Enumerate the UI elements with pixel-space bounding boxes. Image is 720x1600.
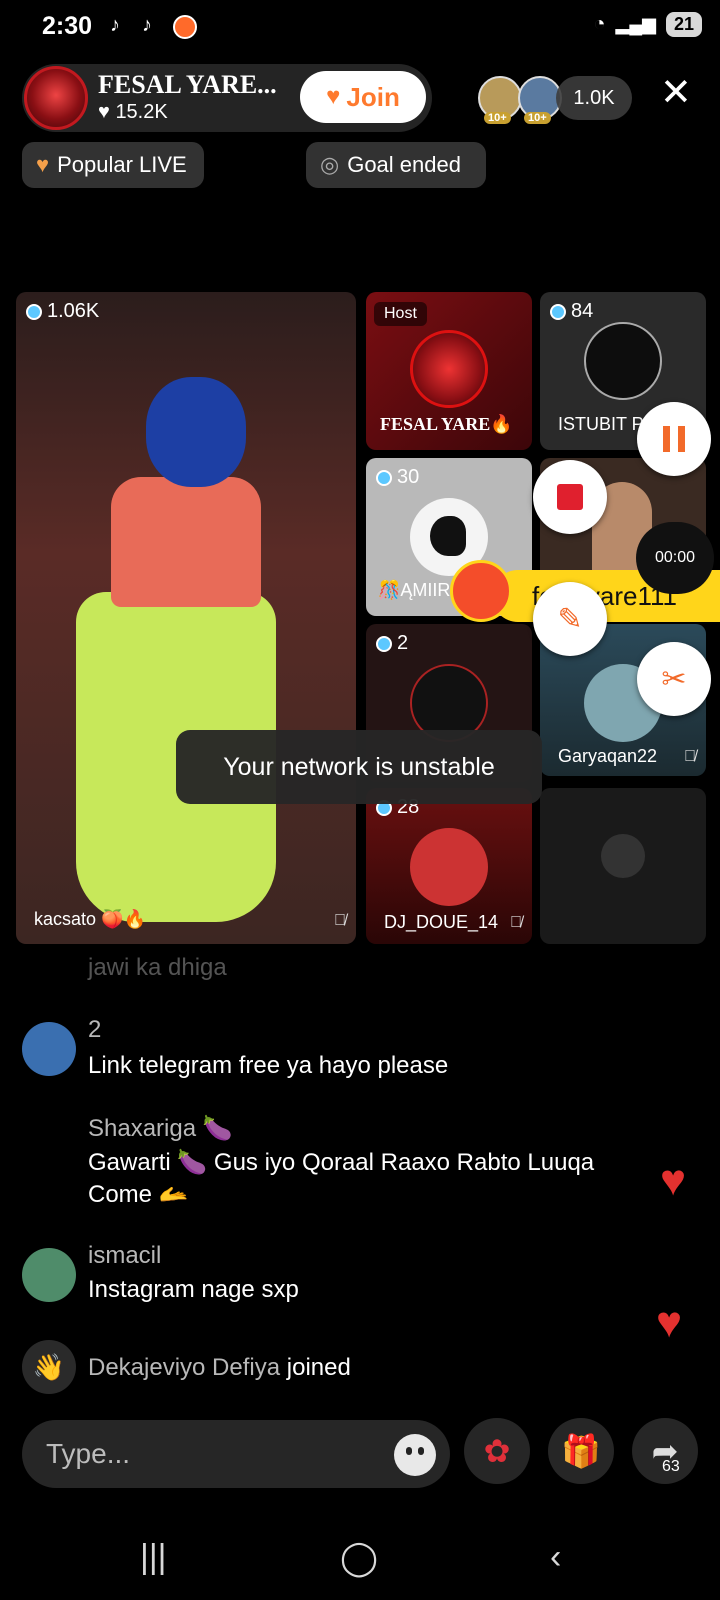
tiktok-icon: ♪ <box>110 14 120 36</box>
diamond-icon <box>376 635 392 652</box>
chat-message: Link telegram free ya hayo please <box>88 1052 449 1079</box>
gift-icon: 🎁 <box>561 1433 601 1469</box>
recent-apps-icon[interactable]: ||| <box>140 1538 167 1577</box>
viewer-count-badge: 1.06K <box>26 300 99 323</box>
join-notice: Dekajeviyo Defiya joined <box>88 1354 351 1381</box>
host-tile-avatar <box>410 330 488 408</box>
join-button[interactable]: ♥ Join <box>300 71 426 123</box>
mic-muted-icon: 🎙̸ <box>684 748 696 765</box>
rose-gift-button[interactable]: ✿ <box>464 1418 530 1484</box>
guest-avatar <box>584 322 662 400</box>
pause-icon <box>663 426 670 452</box>
diamond-icon <box>550 303 566 320</box>
guest-tile-dj[interactable]: 28 DJ_DOUE_14 🎙̸ <box>366 788 532 944</box>
host-tile-name: FESAL YARE🔥 <box>380 414 513 434</box>
diamond-icon <box>26 303 42 320</box>
home-icon[interactable]: ◯ <box>340 1538 378 1578</box>
network-toast: Your network is unstable <box>176 730 542 804</box>
empty-seat-tile[interactable] <box>540 788 706 944</box>
brush-icon: ✎ <box>557 602 583 636</box>
chat-message: jawi ka dhiga <box>88 954 227 981</box>
mic-muted-icon: 🎙̸ <box>334 912 346 929</box>
chat-username[interactable]: Shaxariga 🍆 <box>88 1114 233 1143</box>
stop-button[interactable] <box>533 460 607 534</box>
guest-name: kacsato 🍑🔥 <box>34 909 146 929</box>
chat-message: Gawarti 🍆 Gus iyo Qoraal Raaxo Rabto Luu… <box>88 1149 595 1176</box>
diamond-icon <box>376 469 392 486</box>
floating-heart-icon: ♥ <box>656 1298 683 1347</box>
target-icon: ◎ <box>320 152 340 177</box>
host-likes: ♥ 15.2K <box>98 101 168 123</box>
record-icon <box>173 15 197 39</box>
host-name: FESAL YARE... <box>98 70 277 99</box>
signal-icon: ▂▄▆ <box>615 14 656 34</box>
chat-username[interactable]: ismacil <box>88 1242 161 1270</box>
status-time: 2:30 <box>42 12 93 40</box>
chat-avatar[interactable] <box>22 1248 76 1302</box>
guest-name: DJ_DOUE_14 <box>384 912 499 932</box>
guest-name: Garyaqan22 <box>558 746 658 766</box>
emoji-icon[interactable] <box>394 1434 436 1476</box>
wave-icon: 👋 <box>22 1340 76 1394</box>
status-bar: 2:30 ♪ ♪ ◔ ▂▄▆ 21 <box>0 0 720 56</box>
host-tile[interactable]: Host FESAL YARE🔥 <box>366 292 532 450</box>
tiktok-icon: ♪ <box>142 14 152 36</box>
rose-icon: ✿ <box>483 1433 511 1469</box>
heart-icon: ♥ <box>36 152 50 177</box>
tools-icon: ✂ <box>661 662 687 696</box>
battery-indicator: 21 <box>665 12 702 37</box>
chat-avatar[interactable] <box>22 1022 76 1076</box>
chat-username[interactable]: 2 <box>88 1016 101 1044</box>
popular-live-chip[interactable]: ♥ Popular LIVE <box>22 142 204 188</box>
floating-heart-icon: ♥ <box>660 1156 687 1205</box>
goal-chip[interactable]: ◎ Goal ended <box>306 142 486 188</box>
main-video-tile[interactable]: 1.06K kacsato 🍑🔥 🎙̸ <box>16 292 356 944</box>
mic-muted-icon: 🎙̸ <box>510 914 522 931</box>
wifi-icon: ◔ <box>593 13 606 35</box>
brush-button[interactable]: ✎ <box>533 582 607 656</box>
back-icon[interactable]: ‹ <box>550 1538 561 1577</box>
share-count: 63 <box>662 1458 680 1475</box>
person-placeholder-icon <box>601 834 645 878</box>
chat-message: Come 🫴 <box>88 1181 189 1208</box>
guest-avatar <box>410 828 488 906</box>
guest-name: 🎊ĄMIIR <box>378 580 451 600</box>
gift-button[interactable]: 🎁 <box>548 1418 614 1484</box>
system-nav-bar: ||| ◯ ‹ <box>0 1520 720 1600</box>
record-timer: 00:00 <box>636 522 714 594</box>
chat-message: Instagram nage sxp <box>88 1276 299 1303</box>
viewer-count[interactable]: 1.0K <box>556 76 632 120</box>
viewer-avatar[interactable]: 10+ <box>478 76 522 124</box>
pause-button[interactable] <box>637 402 711 476</box>
heart-plus-icon: ♥ <box>326 83 341 110</box>
stop-icon <box>557 484 583 510</box>
host-badge: Host <box>374 302 427 326</box>
joined-username[interactable]: Dekajeviyo Defiya <box>88 1354 280 1381</box>
heart-icon: ♥ <box>98 101 110 123</box>
host-avatar[interactable] <box>24 66 88 130</box>
tools-button[interactable]: ✂ <box>637 642 711 716</box>
close-icon[interactable]: ✕ <box>660 74 692 112</box>
recorder-mascot-icon[interactable] <box>450 560 512 622</box>
comment-input[interactable]: Type... <box>22 1420 450 1488</box>
guest-name: ISTUBIT P <box>558 414 644 434</box>
